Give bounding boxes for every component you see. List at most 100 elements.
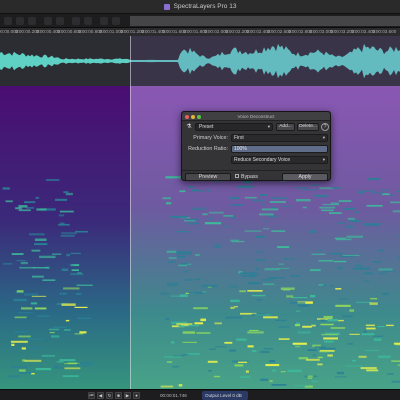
harmonic-streak — [188, 292, 204, 294]
harmonic-streak — [329, 212, 342, 214]
help-icon[interactable]: ? — [321, 123, 329, 131]
harmonic-streak — [15, 207, 23, 210]
toolbar-button[interactable] — [16, 17, 24, 25]
add-preset-button[interactable]: Add... — [276, 123, 295, 131]
harmonic-streak — [238, 361, 248, 363]
harmonic-streak — [70, 252, 81, 255]
toolbar-button[interactable] — [84, 17, 92, 25]
harmonic-streak — [244, 230, 262, 232]
harmonic-streak — [338, 298, 348, 300]
preset-select[interactable]: Preset ▾ — [195, 123, 273, 131]
toolbar-button[interactable] — [44, 17, 52, 25]
harmonic-streak — [356, 301, 372, 304]
harmonic-streak — [280, 371, 286, 373]
rewind-icon[interactable]: ⏮ — [88, 392, 95, 399]
harmonic-streak — [321, 209, 334, 212]
harmonic-streak — [207, 360, 218, 363]
harmonic-streak — [176, 231, 190, 233]
harmonic-streak — [68, 264, 74, 266]
harmonic-streak — [259, 194, 268, 196]
harmonic-streak — [208, 370, 212, 372]
harmonic-streak — [275, 319, 287, 321]
playhead-cursor[interactable] — [130, 36, 131, 389]
harmonic-streak — [247, 290, 263, 292]
harmonic-streak — [346, 225, 354, 228]
dialog-title-bar[interactable]: Voice Deconstruct — [182, 112, 330, 121]
harmonic-streak — [208, 211, 224, 214]
harmonic-streak — [193, 307, 208, 310]
harmonic-streak — [51, 335, 60, 338]
harmonic-streak — [170, 215, 188, 218]
harmonic-streak — [66, 253, 71, 257]
harmonic-streak — [311, 324, 316, 327]
output-level-display[interactable]: Output Level 0 dB — [202, 391, 248, 400]
harmonic-streak — [364, 280, 370, 282]
harmonic-streak — [269, 360, 276, 363]
harmonic-streak — [207, 217, 214, 220]
harmonic-streak — [320, 323, 334, 326]
time-ruler[interactable]: 0:00:00.000 0:00:00.200 0:00:00.400 0:00… — [0, 28, 400, 36]
harmonic-streak — [335, 288, 342, 290]
harmonic-streak — [28, 233, 45, 236]
waveform-overview[interactable] — [0, 36, 400, 86]
harmonic-streak — [59, 210, 74, 213]
bypass-checkbox[interactable]: Bypass — [235, 173, 258, 181]
toolbar-button[interactable] — [4, 17, 12, 25]
harmonic-streak — [342, 254, 360, 256]
harmonic-streak — [170, 341, 175, 344]
toolbar-button[interactable] — [112, 17, 120, 25]
harmonic-streak — [259, 213, 274, 216]
prev-icon[interactable]: ◀ — [97, 392, 104, 399]
harmonic-streak — [291, 297, 308, 299]
harmonic-streak — [278, 263, 284, 265]
record-icon[interactable]: ● — [133, 392, 140, 399]
harmonic-streak — [49, 331, 55, 334]
play-icon[interactable]: ▶ — [124, 392, 131, 399]
harmonic-streak — [308, 377, 313, 379]
toolbar-button[interactable] — [56, 17, 64, 25]
harmonic-streak — [282, 289, 291, 291]
toolbar-button[interactable] — [28, 17, 36, 25]
harmonic-streak — [277, 246, 290, 248]
harmonic-streak — [309, 184, 320, 186]
harmonic-streak — [290, 258, 294, 261]
harmonic-streak — [213, 375, 221, 378]
harmonic-streak — [178, 264, 188, 267]
harmonic-streak — [168, 257, 177, 259]
primary-voice-select[interactable]: First ▾ — [231, 134, 328, 142]
primary-voice-value: First — [234, 135, 244, 141]
harmonic-streak — [347, 343, 354, 345]
stop-icon[interactable]: ■ — [115, 392, 122, 399]
harmonic-streak — [178, 325, 185, 328]
harmonic-streak — [179, 294, 188, 297]
harmonic-streak — [249, 329, 259, 331]
harmonic-streak — [8, 375, 20, 378]
harmonic-streak — [229, 349, 236, 352]
harmonic-streak — [182, 341, 197, 343]
spectrogram-left-region — [0, 86, 130, 389]
selection-range-bar[interactable] — [130, 16, 400, 26]
harmonic-streak — [20, 261, 28, 265]
apply-button[interactable]: Apply — [282, 172, 328, 181]
harmonic-streak — [324, 340, 334, 343]
loop-icon[interactable]: ↻ — [106, 392, 113, 399]
harmonic-streak — [173, 355, 185, 357]
toolbar-button[interactable] — [100, 17, 108, 25]
toolbar-button[interactable] — [72, 17, 80, 25]
app-icon — [163, 3, 170, 10]
mode-select[interactable]: Reduce Secondary Voice ▾ — [231, 156, 328, 164]
harmonic-streak — [239, 290, 246, 293]
reduction-ratio-slider[interactable]: 100% — [231, 145, 328, 153]
harmonic-streak — [377, 326, 385, 328]
harmonic-streak — [358, 191, 364, 194]
preview-button[interactable]: Preview — [185, 172, 231, 181]
harmonic-streak — [380, 189, 390, 191]
harmonic-streak — [216, 243, 220, 245]
harmonic-streak — [306, 358, 320, 361]
harmonic-streak — [186, 219, 200, 221]
delete-preset-button[interactable]: Delete... — [297, 123, 319, 131]
harmonic-streak — [386, 324, 394, 327]
preset-icon: ⚗ — [186, 124, 192, 130]
harmonic-streak — [5, 346, 18, 348]
harmonic-streak — [223, 215, 234, 217]
